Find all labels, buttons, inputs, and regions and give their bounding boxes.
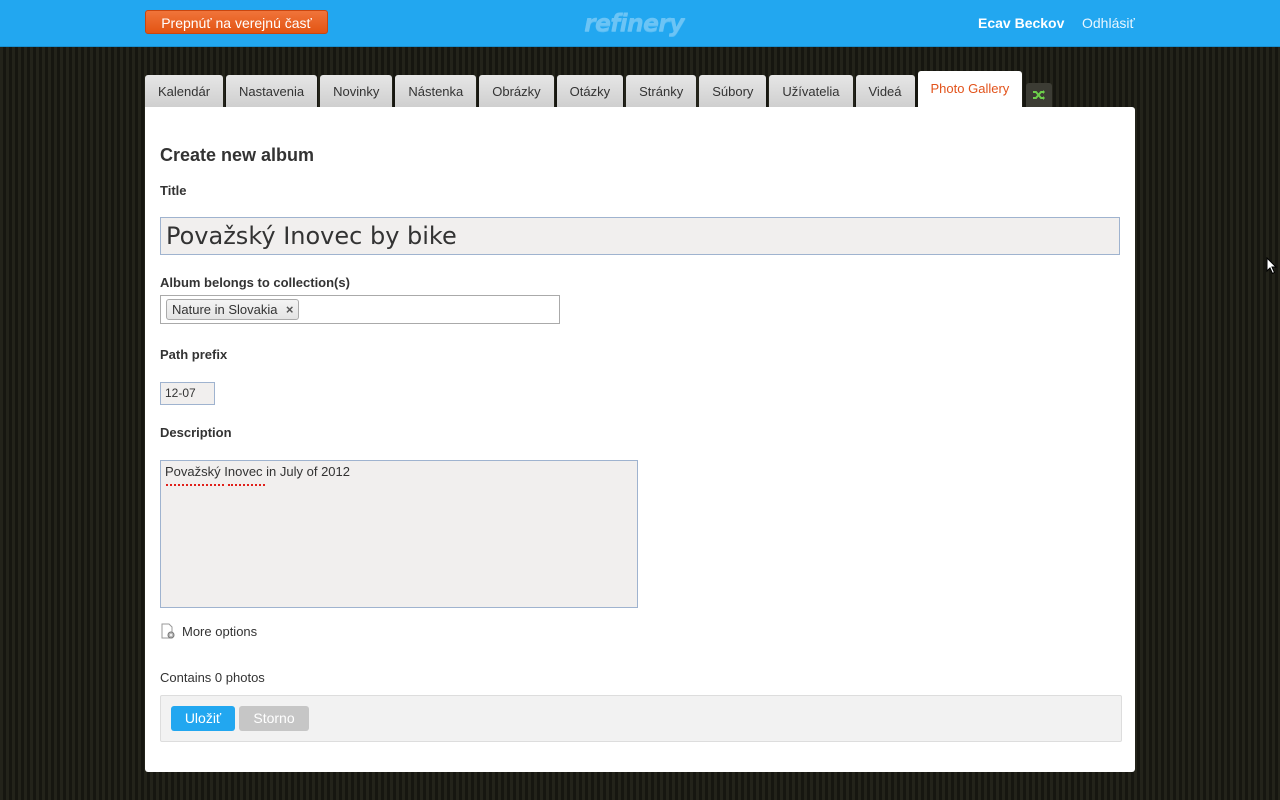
title-input[interactable]: Považský Inovec by bike [160,217,1120,255]
admin-tabs: Kalendár Nastavenia Novinky Nástenka Obr… [145,71,1053,107]
tab-uzivatelia[interactable]: Užívatelia [769,75,853,107]
spellcheck-underline [228,482,265,486]
collections-input[interactable]: Nature in Slovakia × [160,295,560,324]
tab-obrazky[interactable]: Obrázky [479,75,554,107]
tab-videa[interactable]: Videá [855,75,915,107]
cancel-button[interactable]: Storno [239,706,309,731]
switch-to-public-button[interactable]: Prepnúť na verejnú časť [145,10,328,34]
description-text: Považský Inovec in July of 2012 [165,464,350,479]
spellcheck-underline [166,482,224,486]
tab-stranky[interactable]: Stránky [626,75,697,107]
tab-nastavenia[interactable]: Nastavenia [226,75,318,107]
save-button[interactable]: Uložiť [171,706,235,731]
title-label: Title [160,183,187,198]
collections-label: Album belongs to collection(s) [160,275,350,290]
shuffle-icon [1033,90,1046,100]
path-prefix-label: Path prefix [160,347,228,362]
tab-novinky[interactable]: Novinky [320,75,393,107]
collection-chip-label: Nature in Slovakia [172,302,278,317]
path-prefix-input[interactable]: 12-07 [160,382,215,405]
top-bar: Prepnúť na verejnú časť refinery Ecav Be… [0,0,1280,47]
remove-chip-icon[interactable]: × [286,300,294,319]
tab-subory[interactable]: Súbory [699,75,767,107]
tab-kalendar[interactable]: Kalendár [145,75,224,107]
form-actions: Uložiť Storno [160,695,1122,742]
more-options-label: More options [182,623,258,639]
photo-count: Contains 0 photos [160,670,265,685]
reorder-tabs-button[interactable] [1026,83,1053,107]
user-name[interactable]: Ecav Beckov [978,15,1064,31]
tab-photo-gallery[interactable]: Photo Gallery [917,71,1023,107]
logout-link[interactable]: Odhlásiť [1082,15,1135,31]
refinery-logo: refinery [584,9,685,37]
tab-otazky[interactable]: Otázky [556,75,624,107]
tab-nastenka[interactable]: Nástenka [395,75,477,107]
description-textarea[interactable]: Považský Inovec in July of 2012 [160,460,638,608]
page-gear-icon [161,623,175,639]
page-title: Create new album [160,145,315,165]
main-panel: Create new album Title Považský Inovec b… [145,107,1135,772]
description-label: Description [160,425,232,440]
mouse-cursor-icon [1266,257,1278,275]
more-options-link[interactable]: More options [160,622,257,640]
collection-chip: Nature in Slovakia × [166,299,299,320]
